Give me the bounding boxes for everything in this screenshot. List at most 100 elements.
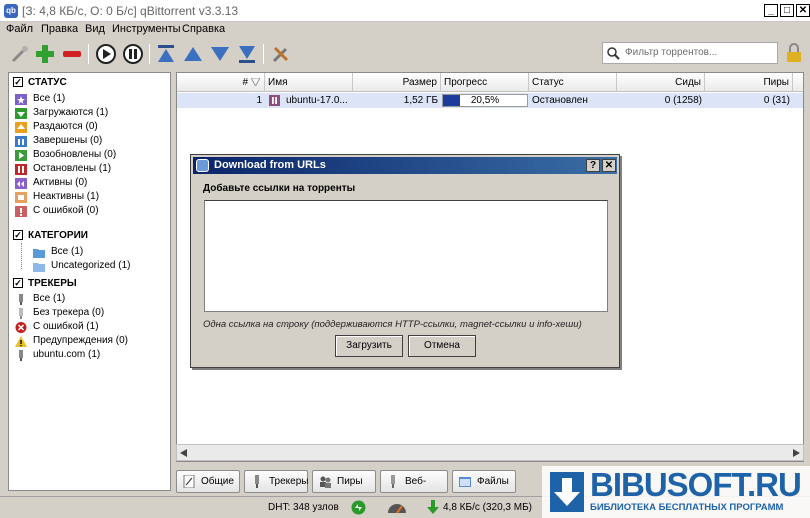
- download-from-urls-dialog: Download from URLs ? ✕ Добавьте ссылки н…: [190, 154, 620, 368]
- search-icon: [607, 47, 620, 60]
- window-title: [З: 4,8 КБ/с, О: 0 Б/с] qBittorrent v3.3…: [22, 4, 239, 18]
- paused-icon: [269, 95, 280, 106]
- add-link-icon[interactable]: [9, 43, 31, 65]
- menu-view[interactable]: Вид: [85, 23, 105, 35]
- menu-bar: Файл Правка Вид Инструменты Справка: [0, 22, 810, 38]
- dialog-heading: Добавьте ссылки на торренты: [203, 183, 356, 194]
- dht-status: DHT: 348 узлов: [268, 502, 339, 513]
- files-icon: [459, 477, 471, 487]
- tracker-icon: [19, 308, 23, 319]
- paused-icon: [15, 164, 27, 175]
- watermark-tagline: БИБЛИОТЕКА БЕСПЛАТНЫХ ПРОГРАММ: [590, 502, 784, 513]
- maximize-button[interactable]: □: [780, 4, 794, 17]
- column-name[interactable]: Имя: [265, 73, 353, 92]
- warning-icon: [15, 336, 27, 347]
- torrent-progress-text: 20,5%: [470, 95, 500, 106]
- move-bottom-icon[interactable]: [236, 43, 258, 65]
- peers-icon: [320, 476, 331, 488]
- torrent-name: ubuntu-17.0...: [286, 95, 348, 106]
- urls-textarea[interactable]: [204, 200, 608, 312]
- filter-input[interactable]: Фильтр торрентов...: [602, 42, 778, 64]
- close-button[interactable]: ✕: [796, 4, 810, 17]
- connection-status-icon[interactable]: [351, 500, 366, 515]
- column-progress[interactable]: Прогресс: [441, 73, 529, 92]
- active-icon: [15, 178, 27, 189]
- menu-file[interactable]: Файл: [6, 23, 33, 35]
- download-button[interactable]: Загрузить: [335, 335, 403, 357]
- folder-icon: [33, 249, 45, 258]
- move-up-icon[interactable]: [182, 43, 204, 65]
- status-section-label: СТАТУС: [28, 77, 67, 88]
- tracker-icon: [19, 294, 23, 305]
- all-status-icon: [15, 94, 27, 105]
- download-speed-icon: [427, 500, 439, 514]
- lock-icon[interactable]: [783, 42, 805, 64]
- column-status[interactable]: Статус: [529, 73, 617, 92]
- download-speed: 4,8 КБ/с (320,3 МБ): [443, 502, 532, 513]
- torrent-seeds: 0 (1258): [664, 95, 702, 106]
- move-down-icon[interactable]: [209, 43, 231, 65]
- column-size[interactable]: Размер: [353, 73, 441, 92]
- speed-limit-icon[interactable]: [386, 500, 408, 514]
- cancel-button[interactable]: Отмена: [408, 335, 476, 357]
- horizontal-scrollbar[interactable]: [176, 444, 804, 461]
- torrent-status: Остановлен: [532, 95, 588, 106]
- tab-trackers[interactable]: Трекеры: [244, 470, 308, 493]
- dialog-close-button[interactable]: ✕: [602, 159, 616, 172]
- torrent-peers: 0 (31): [763, 95, 790, 106]
- toolbar-separator: [88, 44, 89, 64]
- options-icon[interactable]: [270, 43, 292, 65]
- dialog-help-button[interactable]: ?: [586, 159, 600, 172]
- torrent-progress-bar: 20,5%: [442, 94, 528, 107]
- general-icon: [183, 475, 195, 488]
- torrent-number: 1: [256, 95, 262, 106]
- qbittorrent-app-icon: qb: [4, 4, 18, 18]
- torrent-row[interactable]: 1 ubuntu-17.0... 1,52 ГБ 20,5% Остановле…: [177, 93, 803, 108]
- menu-help[interactable]: Справка: [182, 23, 225, 35]
- tab-files[interactable]: Файлы: [452, 470, 516, 493]
- categories-section-label: КАТЕГОРИИ: [28, 230, 88, 241]
- remove-icon[interactable]: [61, 43, 83, 65]
- menu-edit[interactable]: Правка: [41, 23, 78, 35]
- web-seeds-icon: [391, 475, 395, 488]
- add-torrent-icon[interactable]: [34, 43, 56, 65]
- resume-icon[interactable]: [95, 43, 117, 65]
- filter-placeholder: Фильтр торрентов...: [625, 47, 718, 58]
- tab-web-seeds[interactable]: Веб-сиды: [380, 470, 448, 508]
- tab-general[interactable]: Общие: [176, 470, 240, 493]
- trackers-icon: [255, 475, 259, 488]
- minimize-button[interactable]: _: [764, 4, 778, 17]
- menu-tools[interactable]: Инструменты: [112, 23, 181, 35]
- torrent-size: 1,52 ГБ: [403, 95, 438, 106]
- folder-icon: [33, 263, 45, 272]
- toolbar-separator: [149, 44, 150, 64]
- inactive-icon: [15, 192, 27, 203]
- tree-line: [21, 243, 22, 269]
- filter-sidebar: ✓ СТАТУС Все (1) Загружаются (1) Раздают…: [8, 72, 171, 491]
- seeding-icon: [15, 122, 27, 133]
- toolbar-separator: [263, 44, 264, 64]
- trackers-section-checkbox[interactable]: ✓: [13, 278, 23, 288]
- column-seeds[interactable]: Сиды: [617, 73, 705, 92]
- pause-icon[interactable]: [122, 43, 144, 65]
- scroll-left-icon[interactable]: [180, 449, 187, 457]
- bibusoft-logo-icon: [550, 472, 584, 512]
- resumed-icon: [15, 150, 27, 161]
- sort-arrow-icon: [251, 78, 260, 86]
- bibusoft-watermark: BIBUSOFT.RU БИБЛИОТЕКА БЕСПЛАТНЫХ ПРОГРА…: [542, 466, 810, 518]
- column-peers[interactable]: Пиры: [705, 73, 793, 92]
- dialog-title: Download from URLs: [214, 159, 326, 171]
- tab-peers[interactable]: Пиры: [312, 470, 376, 493]
- trackers-section-label: ТРЕКЕРЫ: [28, 278, 77, 289]
- dialog-hint: Одна ссылка на строку (поддерживаются HT…: [203, 319, 582, 330]
- title-bar: qb [З: 4,8 КБ/с, О: 0 Б/с] qBittorrent v…: [0, 0, 810, 22]
- completed-icon: [15, 136, 27, 147]
- torrent-list-header: # Имя Размер Прогресс Статус Сиды Пиры: [177, 73, 803, 92]
- downloading-icon: [15, 108, 27, 119]
- dialog-title-bar[interactable]: Download from URLs ? ✕: [193, 157, 617, 174]
- scroll-right-icon[interactable]: [793, 449, 800, 457]
- status-section-checkbox[interactable]: ✓: [13, 77, 23, 87]
- tracker-icon: [19, 350, 23, 361]
- move-top-icon[interactable]: [155, 43, 177, 65]
- categories-section-checkbox[interactable]: ✓: [13, 230, 23, 240]
